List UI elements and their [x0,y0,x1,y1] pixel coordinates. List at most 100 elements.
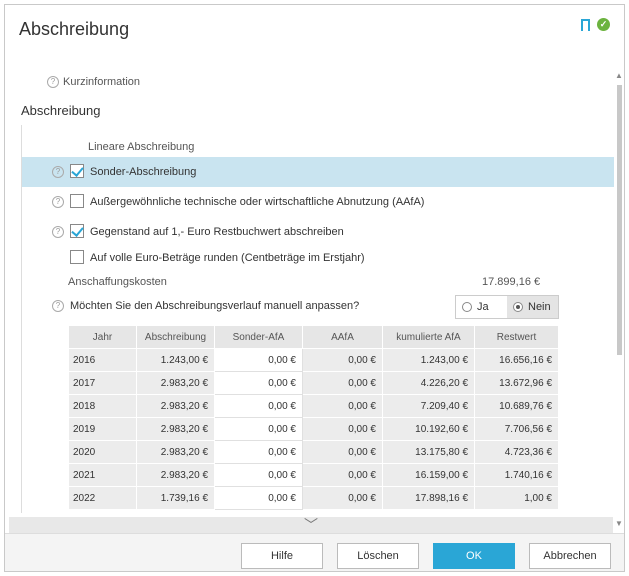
restwert-checkbox[interactable] [70,224,84,238]
cell-restwert: 10.689,76 € [474,394,559,418]
radio-dot[interactable] [513,302,523,312]
scroll-down-icon[interactable]: ▼ [615,519,623,528]
runden-checkbox[interactable] [70,250,84,264]
col-header-restwert: Restwert [474,325,559,349]
manual-radio-group: Ja Nein [455,295,559,319]
section-title: Abschreibung [21,103,101,118]
cell-aafa: 0,00 € [302,394,383,418]
option-row-runden[interactable]: Auf volle Euro-Beträge runden (Centbeträ… [22,243,614,273]
aafa-label[interactable]: Außergewöhnliche technische oder wirtsch… [90,196,424,208]
radio-nein-label[interactable]: Nein [528,301,551,313]
cell-sonder-afa[interactable]: 0,00 € [214,463,303,487]
scrollbar-thumb[interactable] [617,85,622,355]
cell-jahr: 2018 [68,394,137,418]
cell-kumulierte-afa: 7.209,40 € [382,394,475,418]
radio-dot[interactable] [462,302,472,312]
option-row-sonder[interactable]: ? Sonder-Abschreibung [22,157,614,187]
dialog-window: Abschreibung ✓ ? Kurzinformation Abschrei… [4,4,625,572]
cell-jahr: 2022 [68,486,137,510]
cell-sonder-afa[interactable]: 0,00 € [214,394,303,418]
cell-restwert: 16.656,16 € [474,348,559,372]
cell-abschreibung: 2.983,20 € [136,394,215,418]
cell-kumulierte-afa: 13.175,80 € [382,440,475,464]
cell-kumulierte-afa: 1.243,00 € [382,348,475,372]
help-button[interactable]: Hilfe [241,543,323,569]
cell-aafa: 0,00 € [302,348,383,372]
anschaffung-value: 17.899,16 € [482,276,541,288]
radio-ja[interactable]: Ja [456,296,507,318]
help-icon[interactable]: ? [52,196,64,208]
linear-label: Lineare Abschreibung [88,141,195,153]
cell-restwert: 7.706,56 € [474,417,559,441]
cell-sonder-afa[interactable]: 0,00 € [214,440,303,464]
dialog-title: Abschreibung [19,19,130,39]
help-icon[interactable]: ? [52,166,64,178]
help-icon: ? [47,76,59,89]
cell-aafa: 0,00 € [302,440,383,464]
help-icon[interactable]: ? [52,226,64,238]
cell-abschreibung: 2.983,20 € [136,463,215,487]
cell-abschreibung: 2.983,20 € [136,371,215,395]
cancel-button[interactable]: Abbrechen [529,543,611,569]
depreciation-panel: Lineare Abschreibung ? Sonder-Abschreibu… [21,125,614,513]
table-row: 2017 2.983,20 €0,00 €0,00 €4.226,20 €13.6… [68,371,559,395]
aafa-checkbox[interactable] [70,194,84,208]
cell-jahr: 2016 [68,348,137,372]
cell-abschreibung: 2.983,20 € [136,417,215,441]
help-icon[interactable]: ? [52,300,64,313]
cell-aafa: 0,00 € [302,463,383,487]
cell-kumulierte-afa: 17.898,16 € [382,486,475,510]
cell-aafa: 0,00 € [302,371,383,395]
ok-button[interactable]: OK [433,543,515,569]
manual-question-text: Möchten Sie den Abschreibungsverlauf man… [70,300,360,312]
option-row-aafa[interactable]: ? Außergewöhnliche technische oder wirts… [22,187,614,217]
table-row: 2019 2.983,20 €0,00 €0,00 €10.192,60 €7.7… [68,417,559,441]
cell-jahr: 2017 [68,371,137,395]
cell-kumulierte-afa: 16.159,00 € [382,463,475,487]
cell-kumulierte-afa: 10.192,60 € [382,417,475,441]
table-row: 2018 2.983,20 €0,00 €0,00 €7.209,40 €10.6… [68,394,559,418]
kurzinfo-label[interactable]: Kurzinformation [63,76,140,88]
cell-abschreibung: 2.983,20 € [136,440,215,464]
cell-restwert: 1,00 € [474,486,559,510]
sonder-label[interactable]: Sonder-Abschreibung [90,166,196,178]
cell-jahr: 2020 [68,440,137,464]
cell-aafa: 0,00 € [302,486,383,510]
cell-jahr: 2021 [68,463,137,487]
cell-sonder-afa[interactable]: 0,00 € [214,371,303,395]
cell-aafa: 0,00 € [302,417,383,441]
col-header-kumulierte-afa: kumulierte AfA [382,325,475,349]
restwert-label[interactable]: Gegenstand auf 1,- Euro Restbuchwert abs… [90,226,344,238]
cell-abschreibung: 1.243,00 € [136,348,215,372]
cell-restwert: 13.672,96 € [474,371,559,395]
manual-question: ? Möchten Sie den Abschreibungsverlauf ma… [52,300,360,313]
table-header-row: Jahr Abschreibung Sonder-AfA AAfA kumuli… [68,325,559,349]
anschaffung-label: Anschaffungskosten [68,276,167,288]
runden-label[interactable]: Auf volle Euro-Beträge runden (Centbeträ… [90,252,365,264]
cell-sonder-afa[interactable]: 0,00 € [214,348,303,372]
chevron-down-icon[interactable]: ﹀ [304,515,318,535]
radio-ja-label[interactable]: Ja [477,301,489,313]
cell-sonder-afa[interactable]: 0,00 € [214,417,303,441]
col-header-jahr: Jahr [68,325,137,349]
col-header-aafa: AAfA [302,325,383,349]
cell-kumulierte-afa: 4.226,20 € [382,371,475,395]
radio-nein[interactable]: Nein [507,296,558,318]
scroll-up-icon[interactable]: ▲ [615,71,623,80]
depreciation-table: Jahr Abschreibung Sonder-AfA AAfA kumuli… [68,325,559,510]
kurzinfo-link[interactable]: ? Kurzinformation [47,76,140,89]
dialog-footer: Hilfe Löschen OK Abbrechen [5,533,624,571]
table-row: 2016 1.243,00 €0,00 €0,00 €1.243,00 €16.6… [68,348,559,372]
col-header-abschreibung: Abschreibung [136,325,215,349]
cell-abschreibung: 1.739,16 € [136,486,215,510]
table-row: 2020 2.983,20 €0,00 €0,00 €13.175,80 €4.7… [68,440,559,464]
col-header-sonder-afa: Sonder-AfA [214,325,303,349]
cell-restwert: 4.723,36 € [474,440,559,464]
table-row: 2022 1.739,16 €0,00 €0,00 €17.898,16 €1,0… [68,486,559,510]
cell-sonder-afa[interactable]: 0,00 € [214,486,303,510]
bookmark-icon[interactable] [581,19,590,34]
sonder-checkbox[interactable] [70,164,84,178]
check-circle-icon: ✓ [597,18,610,31]
expand-more-bar[interactable]: ﹀ [9,517,613,533]
delete-button[interactable]: Löschen [337,543,419,569]
